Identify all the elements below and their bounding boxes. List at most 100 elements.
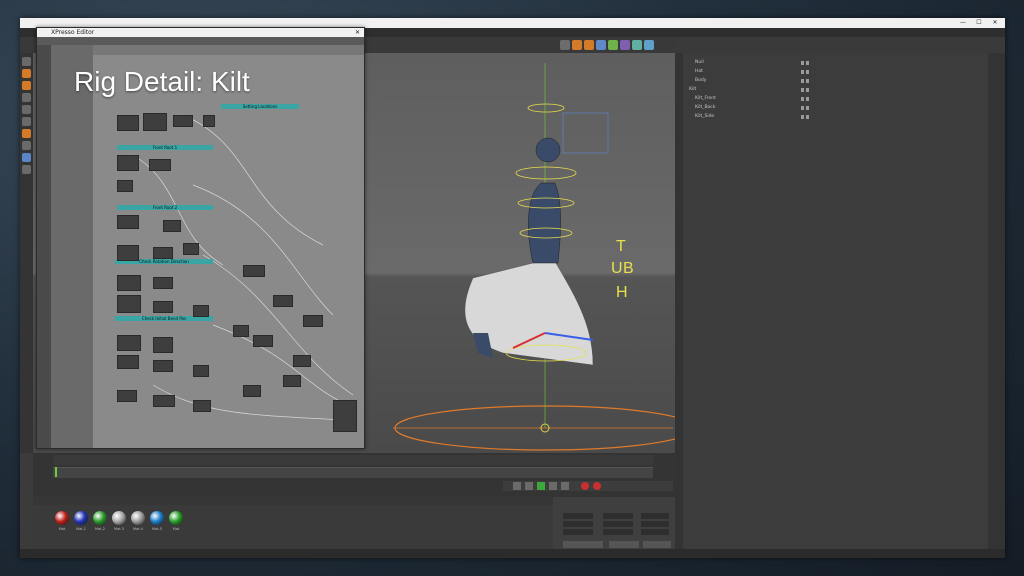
xpresso-node[interactable] <box>153 360 173 372</box>
xpresso-node[interactable] <box>153 337 173 353</box>
xpresso-node[interactable] <box>117 180 133 192</box>
light-icon[interactable] <box>644 40 654 50</box>
material-swatch[interactable] <box>169 511 183 525</box>
object-row[interactable]: Kilt_Front <box>683 95 988 103</box>
xpresso-node[interactable] <box>303 315 323 327</box>
visibility-dots-icon[interactable] <box>801 88 809 92</box>
rotation-b-field[interactable] <box>641 529 669 535</box>
xpresso-node[interactable] <box>243 385 261 397</box>
visibility-dots-icon[interactable] <box>801 115 809 119</box>
xpresso-node[interactable] <box>117 215 139 229</box>
position-z-field[interactable] <box>563 529 593 535</box>
xpresso-node[interactable] <box>273 295 293 307</box>
timeline-ruler[interactable] <box>53 467 653 478</box>
xpresso-node[interactable] <box>333 400 357 432</box>
spline-icon[interactable] <box>608 40 618 50</box>
xpresso-node[interactable] <box>153 277 173 289</box>
polygons-mode-icon[interactable] <box>22 117 31 126</box>
xpresso-node[interactable] <box>203 115 215 127</box>
xpresso-node[interactable] <box>149 159 171 171</box>
go-to-start-icon[interactable] <box>513 482 521 490</box>
rotation-h-field[interactable] <box>641 513 669 519</box>
visibility-dots-icon[interactable] <box>801 61 809 65</box>
xpresso-node[interactable] <box>153 301 173 313</box>
object-row[interactable]: Body <box>683 77 988 85</box>
xpresso-node[interactable] <box>283 375 301 387</box>
xpresso-node[interactable] <box>117 295 141 313</box>
rotate-icon[interactable] <box>22 81 31 90</box>
object-row[interactable]: Kilt <box>683 86 988 94</box>
coordinate-system-dropdown[interactable] <box>563 541 603 548</box>
minimize-icon[interactable]: — <box>955 18 971 28</box>
size-z-field[interactable] <box>603 529 633 535</box>
cube-icon[interactable] <box>596 40 606 50</box>
texture-mode-icon[interactable] <box>22 141 31 150</box>
position-x-field[interactable] <box>563 513 593 519</box>
edges-mode-icon[interactable] <box>22 105 31 114</box>
xpresso-node[interactable] <box>117 275 141 291</box>
xpresso-node[interactable] <box>153 247 173 259</box>
autokey-icon[interactable] <box>593 482 601 490</box>
go-to-end-icon[interactable] <box>561 482 569 490</box>
position-y-field[interactable] <box>563 521 593 527</box>
object-row[interactable]: Hat <box>683 68 988 76</box>
model-mode-icon[interactable] <box>22 129 31 138</box>
undo-icon[interactable] <box>560 40 570 50</box>
visibility-dots-icon[interactable] <box>801 70 809 74</box>
xpresso-node[interactable] <box>153 395 175 407</box>
move-icon[interactable] <box>22 57 31 66</box>
xpresso-node[interactable] <box>117 245 139 261</box>
render-view-icon[interactable] <box>584 40 594 50</box>
object-row[interactable]: Kilt_Side <box>683 113 988 121</box>
xpresso-group-header[interactable]: Setting Locations <box>221 104 299 109</box>
visibility-dots-icon[interactable] <box>801 79 809 83</box>
material-swatch[interactable] <box>55 511 69 525</box>
xpresso-node[interactable] <box>173 115 193 127</box>
maximize-icon[interactable]: ☐ <box>971 18 987 28</box>
xpresso-node[interactable] <box>193 400 211 412</box>
xpresso-node[interactable] <box>117 390 137 402</box>
visibility-dots-icon[interactable] <box>801 106 809 110</box>
playhead[interactable] <box>55 467 57 477</box>
xpresso-graph[interactable]: Setting Locations Front Root 1 Front Root … <box>93 55 364 448</box>
size-mode-dropdown[interactable] <box>609 541 639 548</box>
material-swatch[interactable] <box>74 511 88 525</box>
material-swatch[interactable] <box>93 511 107 525</box>
material-swatch[interactable] <box>112 511 126 525</box>
xpresso-node[interactable] <box>117 335 141 351</box>
play-icon[interactable] <box>537 482 545 490</box>
xpresso-node[interactable] <box>193 305 209 317</box>
xpresso-node[interactable] <box>117 355 139 369</box>
xpresso-node[interactable] <box>183 243 199 255</box>
xpresso-group-header[interactable]: Front Root 2 <box>117 205 213 210</box>
xpresso-node[interactable] <box>143 113 167 131</box>
visibility-dots-icon[interactable] <box>801 97 809 101</box>
xpresso-node[interactable] <box>117 115 139 131</box>
xpresso-node[interactable] <box>243 265 265 277</box>
size-x-field[interactable] <box>603 513 633 519</box>
xpresso-node[interactable] <box>193 365 209 377</box>
deformer-icon[interactable] <box>632 40 642 50</box>
xpresso-node[interactable] <box>293 355 311 367</box>
scale-icon[interactable] <box>22 69 31 78</box>
points-mode-icon[interactable] <box>22 93 31 102</box>
xpresso-group-header[interactable]: Front Root 1 <box>117 145 213 150</box>
snap-icon[interactable] <box>22 153 31 162</box>
object-row[interactable]: Null <box>683 59 988 67</box>
xpresso-node[interactable] <box>163 220 181 232</box>
workplane-icon[interactable] <box>22 165 31 174</box>
next-frame-icon[interactable] <box>549 482 557 490</box>
apply-button[interactable] <box>643 541 671 548</box>
previous-frame-icon[interactable] <box>525 482 533 490</box>
xpresso-node[interactable] <box>233 325 249 337</box>
render-icon[interactable] <box>572 40 582 50</box>
material-swatch[interactable] <box>131 511 145 525</box>
xpresso-node[interactable] <box>117 155 139 171</box>
xpresso-node[interactable] <box>253 335 273 347</box>
size-y-field[interactable] <box>603 521 633 527</box>
object-row[interactable]: Kilt_Back <box>683 104 988 112</box>
close-icon[interactable]: ✕ <box>987 18 1003 28</box>
xpresso-close-icon[interactable]: ✕ <box>355 28 360 37</box>
rotation-p-field[interactable] <box>641 521 669 527</box>
nurbs-icon[interactable] <box>620 40 630 50</box>
